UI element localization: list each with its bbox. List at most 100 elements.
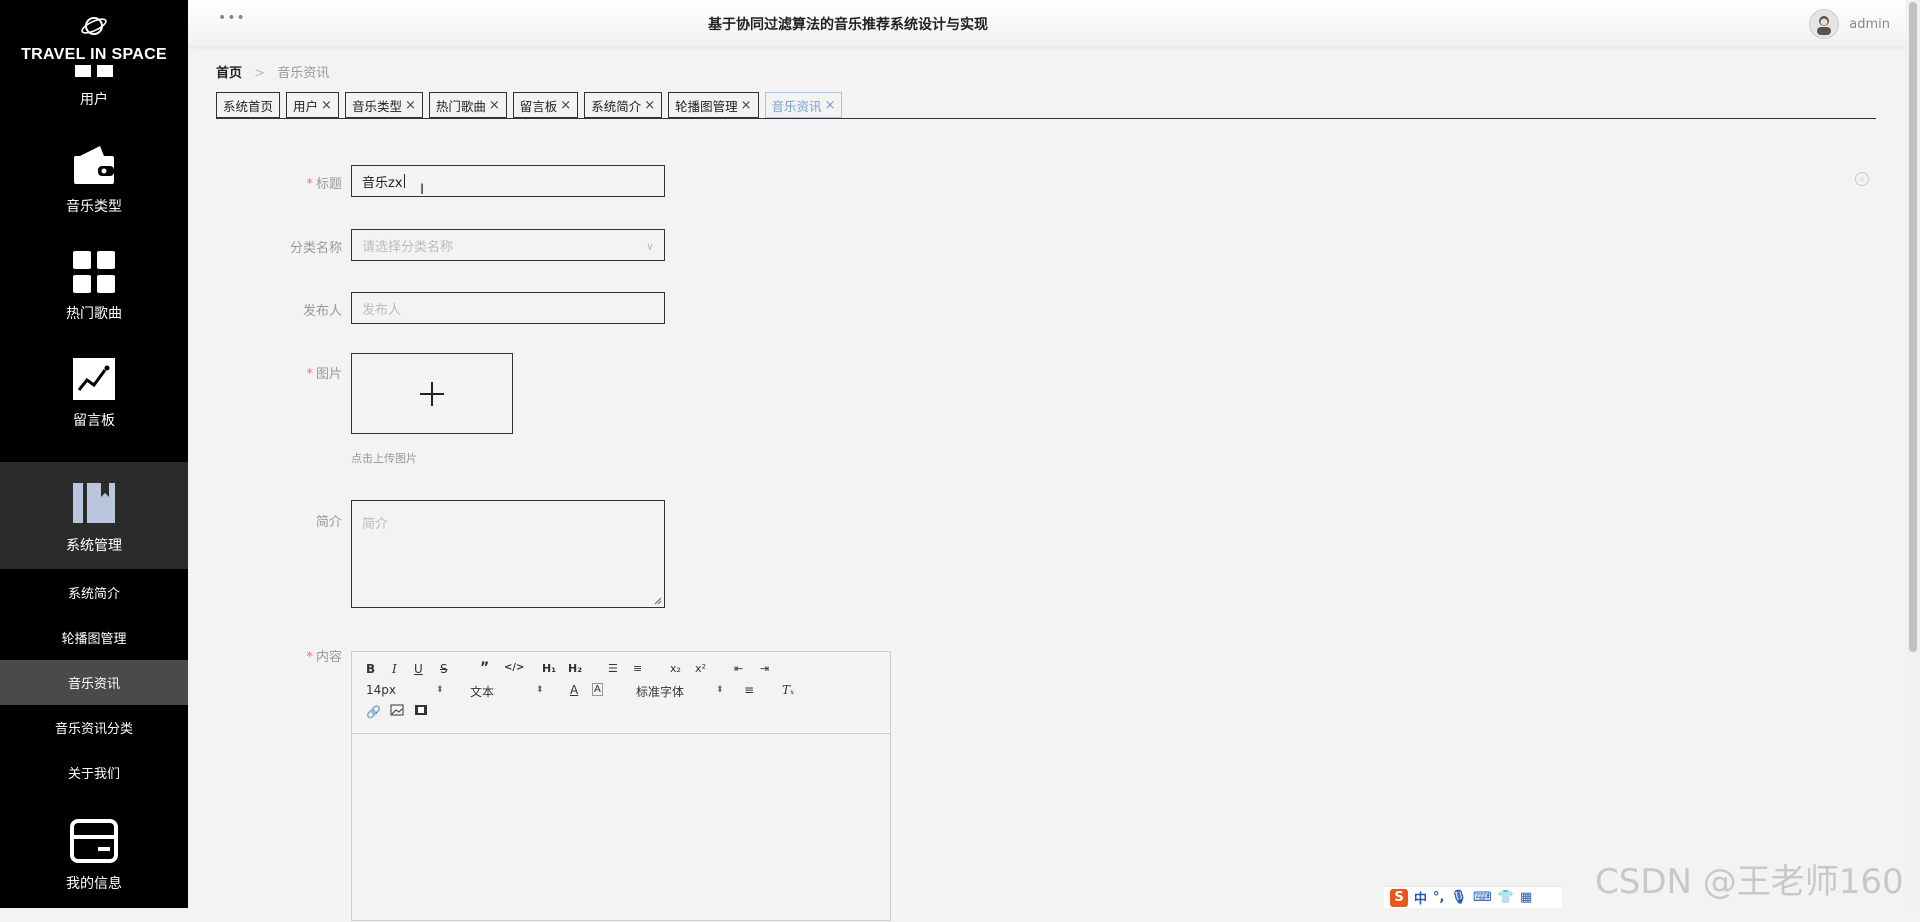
close-icon[interactable]: × <box>489 98 500 113</box>
content-label: * 内容 <box>222 646 342 665</box>
ime-toolbar[interactable]: S 中 °, 🎙 ⌨ 👕 ▦ <box>1384 886 1562 908</box>
blockquote-icon[interactable]: ” <box>480 660 489 676</box>
tab-message-board[interactable]: 留言板 × <box>512 92 579 118</box>
text-type-value: 文本 <box>470 685 495 699</box>
required-mark: * <box>306 177 313 192</box>
background-color-icon[interactable]: A <box>592 683 603 696</box>
close-icon[interactable]: × <box>405 98 416 113</box>
code-block-icon[interactable]: </> <box>504 662 524 673</box>
font-family-select[interactable]: 标准字体 ⬍ <box>636 683 726 700</box>
tab-system-home[interactable]: 系统首页 <box>216 92 281 118</box>
page-scrollbar[interactable] <box>1906 0 1920 908</box>
link-icon[interactable]: 🔗 <box>366 705 381 719</box>
user-avatar-icon <box>1817 16 1832 35</box>
font-color-icon[interactable]: A <box>570 683 578 697</box>
breadcrumb: 首页 > 音乐资讯 <box>216 62 329 81</box>
resize-handle-icon[interactable] <box>654 597 662 605</box>
video-icon[interactable] <box>414 704 428 719</box>
indent-icon[interactable]: ⇥ <box>760 662 769 675</box>
image-upload-button[interactable] <box>351 353 513 434</box>
bold-icon[interactable]: B <box>366 662 375 676</box>
header-2-icon[interactable]: H₂ <box>568 662 582 675</box>
image-icon[interactable] <box>390 704 404 719</box>
rich-text-editor: B I U S ” </> H₁ H₂ ☰ ≡ x₂ x² ⇤ ⇥ 14px ⬍ … <box>351 651 891 921</box>
keyboard-icon[interactable]: ⌨ <box>1473 890 1492 905</box>
intro-label: 简介 <box>315 515 342 530</box>
outdent-icon[interactable]: ⇤ <box>734 662 743 675</box>
tab-label: 热门歌曲 <box>435 98 486 114</box>
sidebar-item-hot-songs[interactable]: 热门歌曲 <box>0 230 188 337</box>
close-icon[interactable]: × <box>1855 172 1869 186</box>
tab-bar: 系统首页 用户 × 音乐类型 × 热门歌曲 × 留言板 × 系统简介 × 轮播图管理 × 音… <box>216 92 1876 119</box>
editor-toolbar: B I U S ” </> H₁ H₂ ☰ ≡ x₂ x² ⇤ ⇥ 14px ⬍ … <box>352 652 890 734</box>
close-icon[interactable]: × <box>825 98 836 113</box>
header-1-icon[interactable]: H₁ <box>542 662 556 675</box>
tab-system-intro[interactable]: 系统简介 × <box>584 92 663 118</box>
image-label: * 图片 <box>222 363 342 382</box>
strike-icon[interactable]: S <box>440 662 448 676</box>
breadcrumb-home[interactable]: 首页 <box>216 66 242 81</box>
tab-label: 留言板 <box>519 98 558 114</box>
breadcrumb-current: 音乐资讯 <box>277 66 330 81</box>
font-size-select[interactable]: 14px ⬍ <box>366 683 446 697</box>
image-label-text: 图片 <box>315 367 342 382</box>
bullet-list-icon[interactable]: ≡ <box>633 662 642 675</box>
sidebar-item-label: 留言板 <box>73 413 115 429</box>
sidebar-subitem-carousel[interactable]: 轮播图管理 <box>0 615 188 660</box>
sogou-icon[interactable]: S <box>1390 888 1408 907</box>
align-icon[interactable]: ≡ <box>744 683 754 697</box>
ime-mode[interactable]: 中 <box>1414 888 1427 907</box>
sidebar-item-music-type[interactable]: 音乐类型 <box>0 123 188 230</box>
sidebar-item-my-info[interactable]: 我的信息 <box>0 800 188 907</box>
category-select[interactable]: 请选择分类名称 ∨ <box>351 229 665 261</box>
app-title: 基于协同过滤算法的音乐推荐系统设计与实现 <box>708 17 988 33</box>
tab-hot-songs[interactable]: 热门歌曲 × <box>428 92 507 118</box>
user-menu[interactable]: admin <box>1809 9 1890 39</box>
tab-music-news[interactable]: 音乐资讯 × <box>764 92 843 118</box>
close-icon[interactable]: × <box>644 98 655 113</box>
top-header: ••• 基于协同过滤算法的音乐推荐系统设计与实现 admin <box>188 0 1920 46</box>
subscript-icon[interactable]: x₂ <box>670 662 681 675</box>
book-icon <box>73 483 115 523</box>
tab-music-type[interactable]: 音乐类型 × <box>344 92 423 118</box>
intro-textarea[interactable]: 简介 <box>351 500 665 608</box>
sidebar-subitem-music-news[interactable]: 音乐资讯 <box>0 660 188 705</box>
tab-carousel[interactable]: 轮播图管理 × <box>668 92 759 118</box>
sidebar-item-system-management[interactable]: 系统管理 <box>0 462 188 569</box>
content-label-text: 内容 <box>315 650 342 665</box>
text-type-select[interactable]: 文本 ⬍ <box>470 683 550 700</box>
italic-icon[interactable]: I <box>392 662 397 676</box>
tab-label: 轮播图管理 <box>675 98 738 114</box>
avatar[interactable] <box>1809 9 1840 39</box>
required-mark: * <box>306 367 313 382</box>
editor-content-area[interactable] <box>352 734 890 922</box>
toolbox-icon[interactable]: ▦ <box>1520 890 1532 905</box>
sidebar-item-users[interactable]: 用户 <box>0 16 188 123</box>
publisher-input[interactable]: 发布人 <box>351 292 665 324</box>
sidebar-subitem-system-intro[interactable]: 系统简介 <box>0 570 188 615</box>
sidebar-subitem-music-news-category[interactable]: 音乐资讯分类 <box>0 705 188 750</box>
ordered-list-icon[interactable]: ☰ <box>608 662 618 675</box>
underline-icon[interactable]: U <box>414 662 423 676</box>
sidebar-item-label: 音乐类型 <box>66 199 122 215</box>
close-icon[interactable]: × <box>560 98 571 113</box>
superscript-icon[interactable]: x² <box>695 662 706 675</box>
title-label: * 标题 <box>222 173 342 192</box>
title-input[interactable]: 音乐zx <box>351 165 665 197</box>
skin-icon[interactable]: 👕 <box>1498 890 1514 905</box>
close-icon[interactable]: × <box>321 98 332 113</box>
grid-icon <box>75 65 113 77</box>
wallet-icon <box>74 146 114 184</box>
mic-icon[interactable]: 🎙 <box>1450 890 1467 905</box>
scrollbar-thumb[interactable] <box>1909 2 1917 652</box>
tab-users[interactable]: 用户 × <box>286 92 339 118</box>
close-icon[interactable]: × <box>741 98 752 113</box>
sidebar-item-label: 我的信息 <box>66 876 122 892</box>
text-caret <box>403 174 405 188</box>
sidebar-item-message-board[interactable]: 留言板 <box>0 337 188 444</box>
tab-label: 系统简介 <box>591 98 642 114</box>
clear-format-icon[interactable]: Tₓ <box>782 683 794 697</box>
punctuation-icon[interactable]: °, <box>1433 890 1444 905</box>
intro-placeholder: 简介 <box>362 517 389 532</box>
sidebar-subitem-about-us[interactable]: 关于我们 <box>0 750 188 795</box>
